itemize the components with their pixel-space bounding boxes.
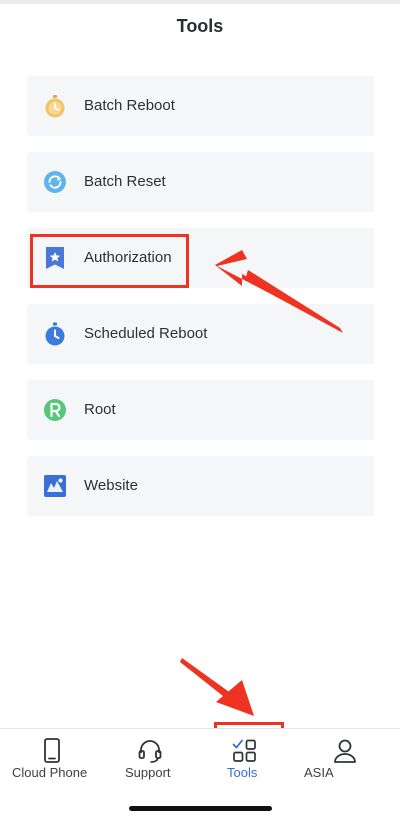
tool-item-website[interactable]: Website [27, 456, 374, 516]
tool-label: Batch Reboot [84, 97, 175, 114]
tab-label: ASIA [304, 765, 334, 780]
tools-grid-icon [232, 739, 256, 762]
user-icon [334, 739, 356, 763]
tab-asia[interactable]: ASIA [300, 729, 390, 789]
tool-item-authorization[interactable]: Authorization [27, 228, 374, 288]
tool-label: Batch Reset [84, 173, 166, 190]
website-icon [44, 475, 66, 497]
annotation-arrow-tools-tab [180, 658, 254, 716]
tool-label: Scheduled Reboot [84, 325, 208, 342]
phone-icon [44, 738, 60, 763]
refresh-icon [44, 171, 66, 193]
tool-item-scheduled-reboot[interactable]: Scheduled Reboot [27, 304, 374, 364]
tool-item-root[interactable]: Root [27, 380, 374, 440]
page-title: Tools [176, 16, 224, 36]
bookmark-star-icon [46, 247, 64, 269]
stopwatch-icon [45, 95, 65, 118]
tool-item-batch-reset[interactable]: Batch Reset [27, 152, 374, 212]
tab-cloud-phone[interactable]: Cloud Phone [0, 729, 100, 789]
timer-icon [45, 322, 65, 346]
home-indicator [129, 806, 272, 811]
tab-tools[interactable]: Tools [215, 729, 275, 789]
tool-label: Root [84, 401, 116, 418]
tab-label: Tools [227, 765, 258, 780]
tool-label: Website [84, 477, 138, 494]
tab-label: Support [125, 765, 171, 780]
tab-label: Cloud Phone [12, 765, 88, 780]
status-strip [0, 0, 400, 4]
tool-label: Authorization [84, 249, 172, 266]
tool-item-batch-reboot[interactable]: Batch Reboot [27, 76, 374, 136]
headset-icon [138, 740, 162, 763]
root-r-icon [44, 399, 66, 421]
tab-support[interactable]: Support [110, 729, 190, 789]
